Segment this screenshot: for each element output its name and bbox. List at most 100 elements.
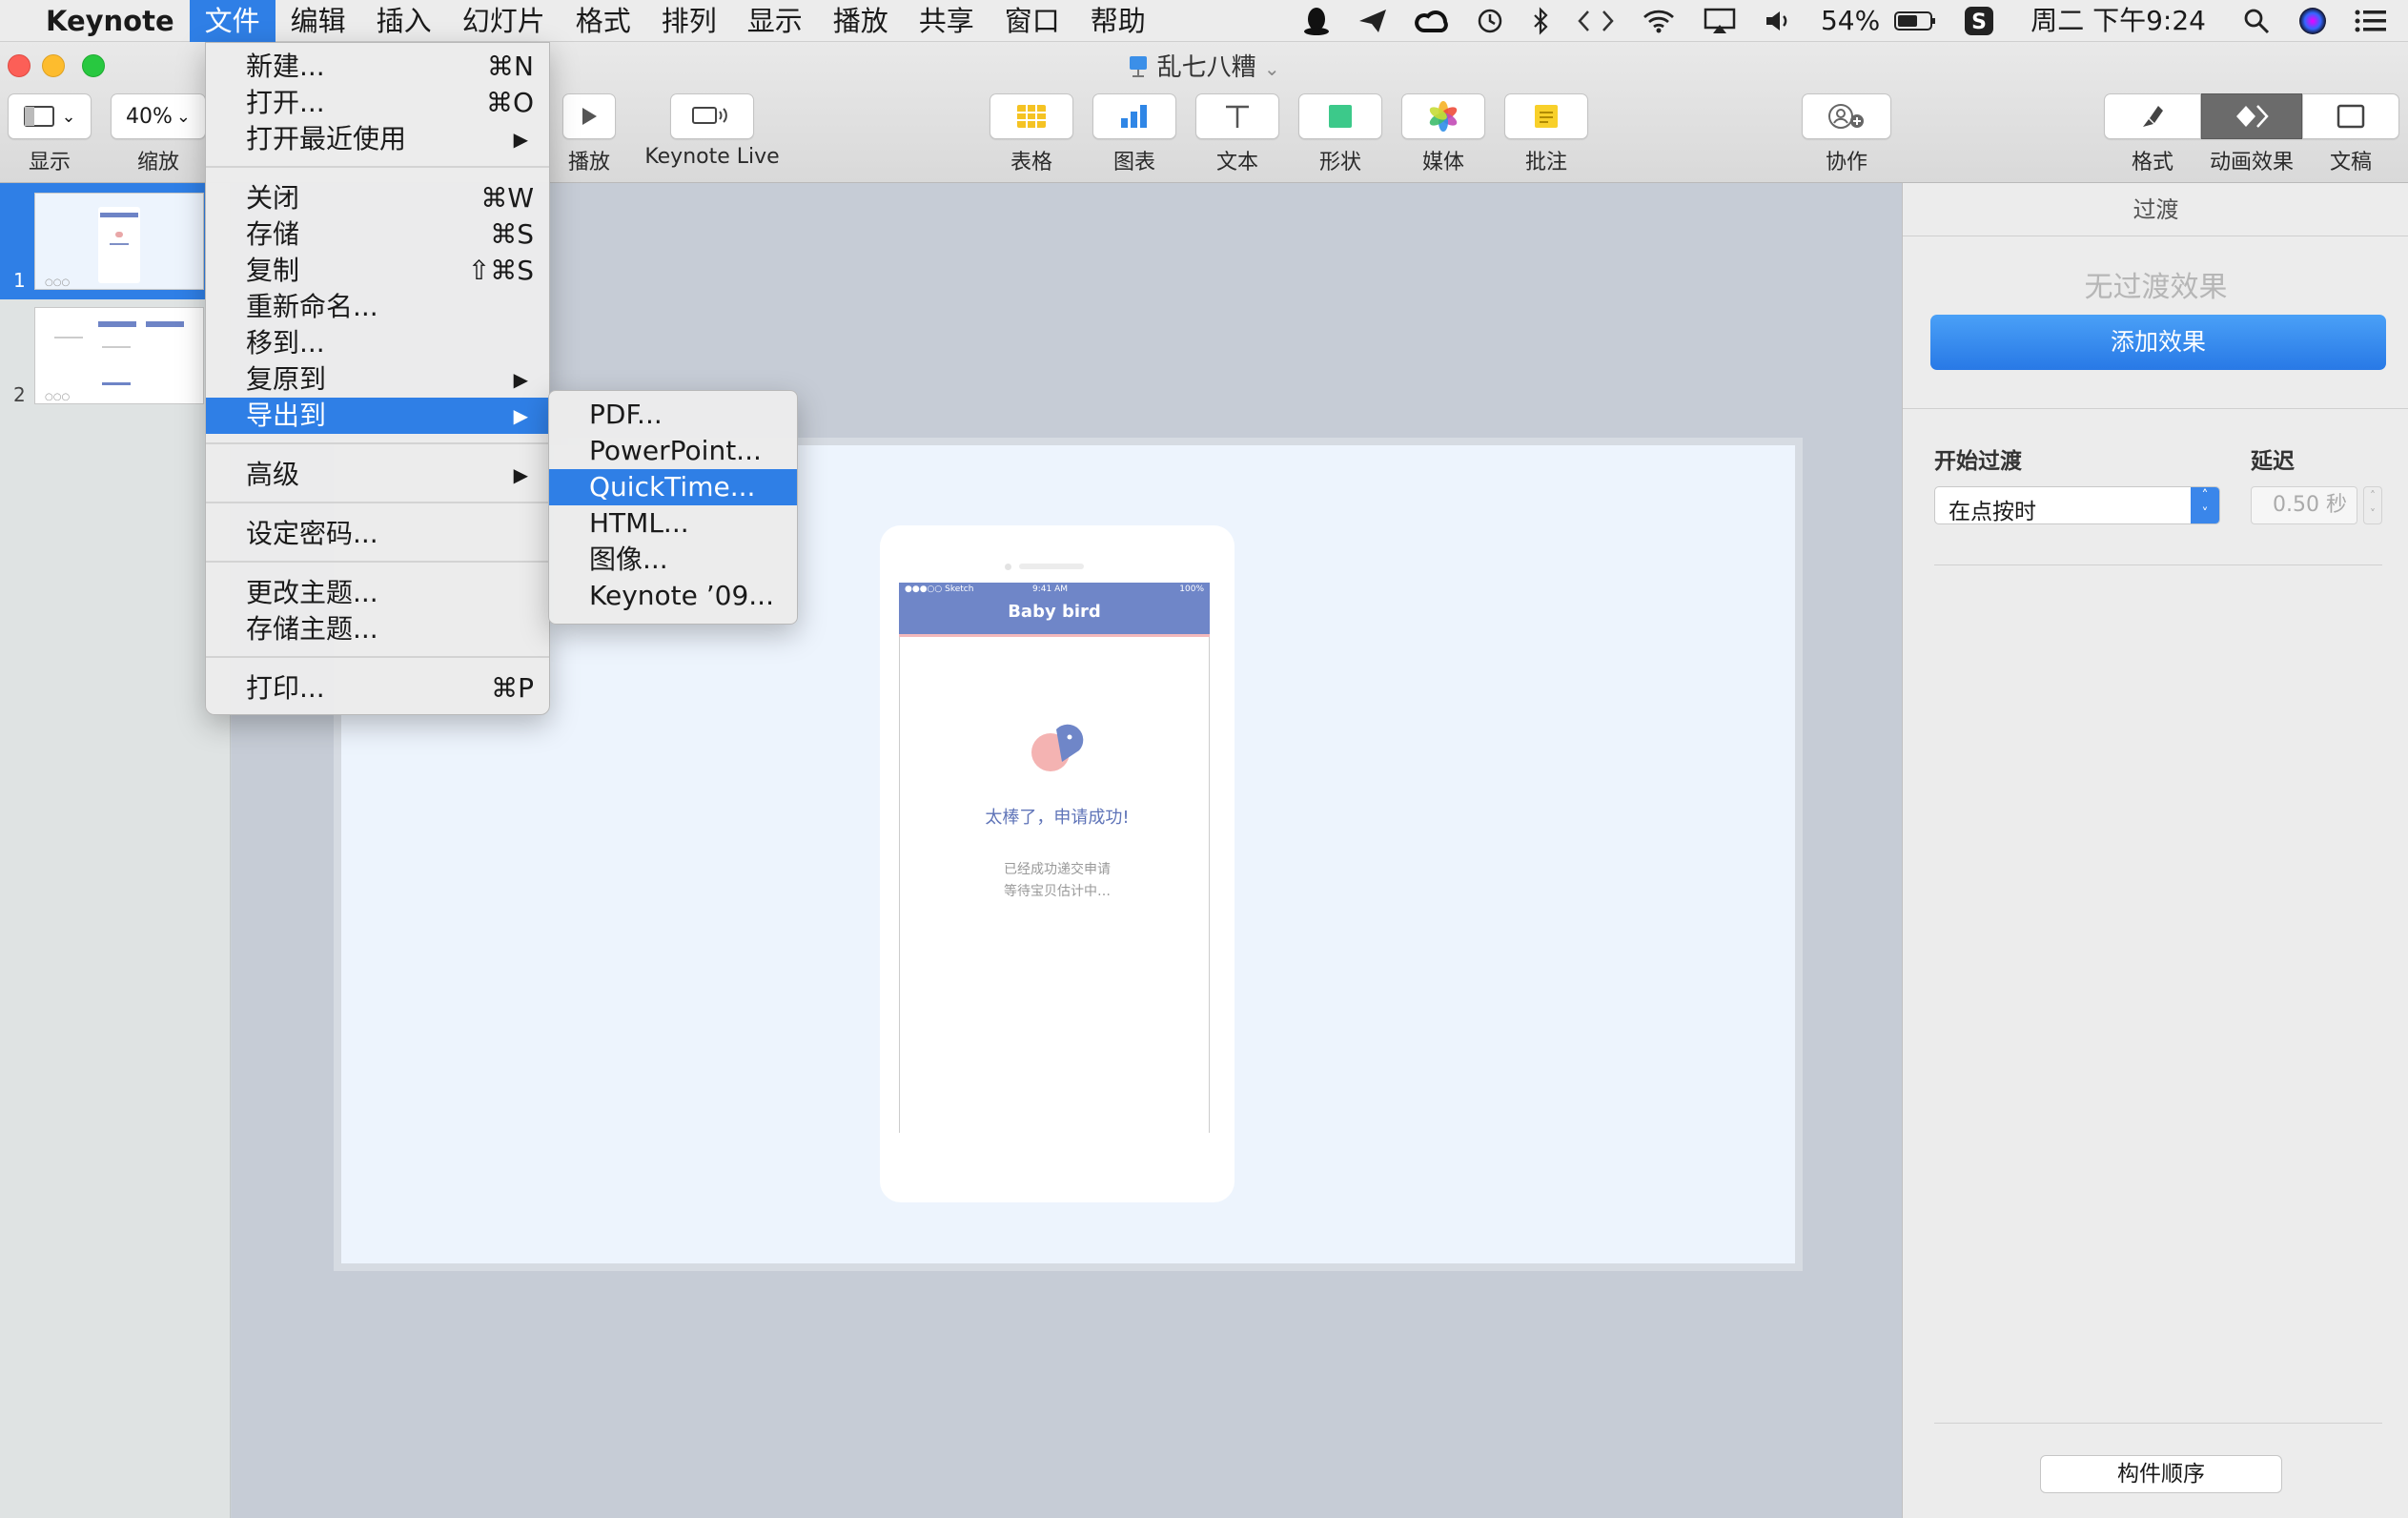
file-menu-dropdown: 新建... ⌘N 打开... ⌘O 打开最近使用 ▶ 关闭 ⌘W 存储 ⌘S 复制 ⇧⌘S …	[205, 42, 550, 715]
zoom-value: 40%	[126, 104, 173, 129]
creative-cloud-icon[interactable]	[1401, 0, 1462, 42]
menu-item-label: 导出到	[246, 400, 327, 431]
export-html[interactable]: HTML...	[549, 505, 797, 542]
battery-icon[interactable]	[1893, 0, 1950, 42]
status-battery: 100%	[1179, 585, 1204, 594]
slide-thumbnail-2[interactable]: ○○○	[34, 307, 204, 404]
keynote-live-button[interactable]	[670, 93, 754, 139]
export-keynote-09[interactable]: Keynote ’09...	[549, 578, 797, 614]
airplay-icon[interactable]	[1689, 0, 1750, 42]
sogou-input-icon[interactable]: S	[1950, 0, 2008, 42]
send-icon[interactable]	[1344, 0, 1401, 42]
baby-bird-illustration	[1031, 724, 1084, 771]
menu-arrange[interactable]: 排列	[646, 0, 732, 42]
media-button[interactable]	[1401, 93, 1485, 139]
view-label: 显示	[28, 151, 71, 174]
format-brush-icon	[2143, 106, 2163, 127]
apple-menu-icon[interactable]	[0, 0, 31, 42]
delay-input[interactable]: 0.50 秒	[2251, 486, 2357, 524]
menu-item-advanced[interactable]: 高级 ▶	[206, 457, 549, 493]
menu-insert[interactable]: 插入	[361, 0, 447, 42]
menu-item-new[interactable]: 新建... ⌘N	[206, 49, 549, 85]
volume-icon[interactable]	[1750, 0, 1807, 42]
title-chevron-down-icon: ⌄	[1263, 57, 1280, 80]
format-tab-button[interactable]	[2104, 93, 2201, 139]
menu-item-rename[interactable]: 重新命名...	[206, 289, 549, 325]
menu-edit[interactable]: 编辑	[275, 0, 361, 42]
animate-inspector: 过渡 无过渡效果 添加效果 开始过渡 延迟 在点按时 ˄ ˅ 0.50 秒 ˄ ˅ …	[1902, 183, 2408, 1518]
menu-item-open-recent[interactable]: 打开最近使用 ▶	[206, 121, 549, 157]
table-button[interactable]	[990, 93, 1073, 139]
qq-icon[interactable]	[1289, 0, 1344, 42]
menu-item-label: 打开最近使用	[246, 123, 407, 154]
menu-file[interactable]: 文件	[189, 0, 275, 42]
menu-format[interactable]: 格式	[561, 0, 646, 42]
thumbnail-text	[54, 337, 83, 338]
document-label: 文稿	[2329, 151, 2372, 174]
bluetooth-icon[interactable]	[1518, 0, 1563, 42]
collaborate-button[interactable]	[1802, 93, 1891, 139]
zoom-select[interactable]: 40% ⌄	[111, 93, 206, 139]
animate-tab-button[interactable]	[2201, 93, 2302, 139]
menu-item-close[interactable]: 关闭 ⌘W	[206, 180, 549, 216]
comment-button[interactable]	[1504, 93, 1588, 139]
play-button[interactable]	[562, 93, 616, 139]
spotlight-search-icon[interactable]	[2229, 0, 2284, 42]
menu-window[interactable]: 窗口	[990, 0, 1075, 42]
add-effect-button[interactable]: 添加效果	[1930, 315, 2386, 370]
menubar-clock[interactable]: 周二 下午9:24	[2008, 0, 2229, 42]
menu-share[interactable]: 共享	[904, 0, 990, 42]
text-button[interactable]	[1195, 93, 1279, 139]
menu-item-revert-to[interactable]: 复原到 ▶	[206, 361, 549, 398]
menu-item-export-to[interactable]: 导出到 ▶	[206, 398, 549, 434]
export-powerpoint[interactable]: PowerPoint...	[549, 433, 797, 469]
export-images[interactable]: 图像...	[549, 542, 797, 578]
start-transition-select[interactable]: 在点按时 ˄ ˅	[1934, 486, 2220, 524]
menu-play[interactable]: 播放	[818, 0, 904, 42]
menu-item-change-theme[interactable]: 更改主题...	[206, 575, 549, 611]
code-icon[interactable]	[1563, 0, 1628, 42]
menu-item-label: 打印...	[246, 672, 325, 704]
phone-mockup[interactable]: ●●●○○ Sketch 9:41 AM 100% Baby bird 太棒了，…	[880, 525, 1235, 1202]
slide-thumbnail-1[interactable]: ○○○	[34, 193, 204, 290]
menu-app-keynote[interactable]: Keynote	[31, 0, 190, 42]
menu-item-save[interactable]: 存储 ⌘S	[206, 216, 549, 253]
shortcut-label: ⌘W	[480, 182, 534, 214]
export-quicktime[interactable]: QuickTime...	[549, 469, 797, 505]
menu-item-print[interactable]: 打印... ⌘P	[206, 670, 549, 707]
thumbnail-text	[102, 346, 131, 348]
menu-item-duplicate[interactable]: 复制 ⇧⌘S	[206, 253, 549, 289]
chevron-down-icon: ⌄	[61, 106, 76, 127]
menu-item-open[interactable]: 打开... ⌘O	[206, 85, 549, 121]
wifi-icon[interactable]	[1628, 0, 1689, 42]
menu-help[interactable]: 帮助	[1075, 0, 1161, 42]
chart-button[interactable]	[1092, 93, 1176, 139]
transition-tab-title[interactable]: 过渡	[1903, 183, 2408, 236]
format-label: 格式	[2131, 151, 2173, 174]
table-icon	[1017, 105, 1046, 128]
menu-slide[interactable]: 幻灯片	[447, 0, 561, 42]
thumbnail-header	[100, 213, 138, 217]
collaborate-label: 协作	[1825, 151, 1867, 174]
siri-icon[interactable]	[2284, 0, 2341, 42]
no-transition-text: 无过渡效果	[2084, 271, 2228, 304]
shape-button[interactable]	[1298, 93, 1382, 139]
menu-item-label: 移到...	[246, 327, 325, 359]
delay-stepper[interactable]: ˄ ˅	[2363, 486, 2382, 524]
zoom-label: 缩放	[136, 151, 179, 174]
battery-percent[interactable]: 54%	[1807, 0, 1893, 42]
build-order-button[interactable]: 构件顺序	[2040, 1455, 2282, 1493]
menu-view[interactable]: 显示	[732, 0, 818, 42]
status-carrier: ●●●○○ Sketch	[905, 585, 974, 594]
thumbnail-bird	[115, 232, 123, 237]
time-machine-icon[interactable]	[1462, 0, 1518, 42]
notification-center-icon[interactable]	[2341, 0, 2408, 42]
menu-item-set-password[interactable]: 设定密码...	[206, 516, 549, 552]
menu-item-label: 高级	[246, 459, 300, 490]
export-pdf[interactable]: PDF...	[549, 397, 797, 433]
menu-item-save-theme[interactable]: 存储主题...	[206, 611, 549, 647]
view-menu-button[interactable]: ⌄	[8, 93, 92, 139]
text-label: 文本	[1215, 151, 1258, 174]
menu-item-move-to[interactable]: 移到...	[206, 325, 549, 361]
document-tab-button[interactable]	[2302, 93, 2399, 139]
